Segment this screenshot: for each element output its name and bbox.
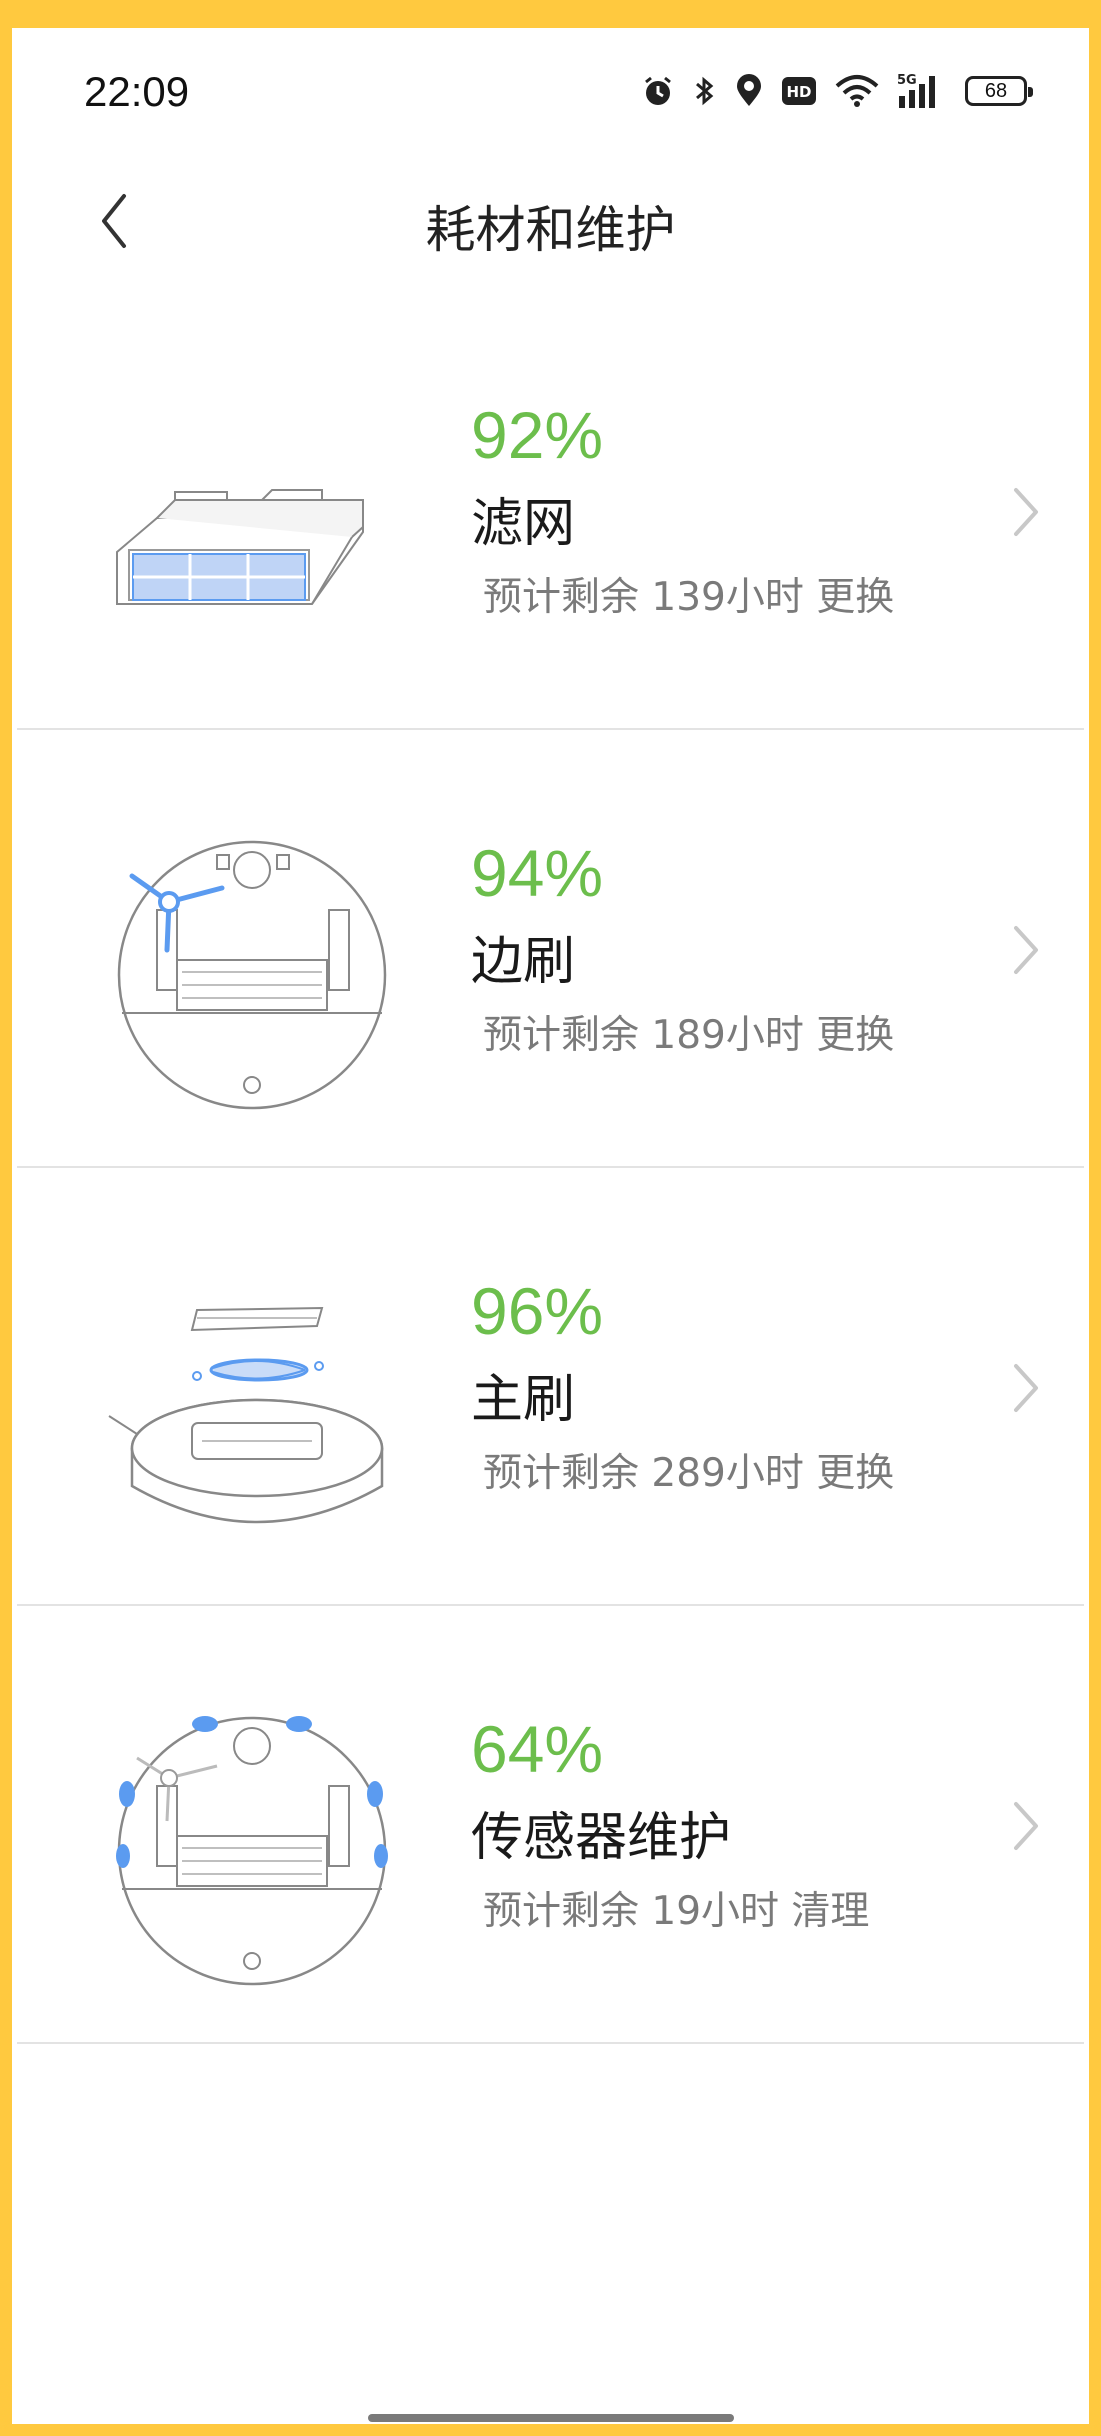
- remaining-percent: 94%: [471, 836, 604, 910]
- battery-icon: 68: [965, 76, 1033, 106]
- status-bar: 22:09 HD 5G 68: [12, 28, 1089, 138]
- alarm-icon: [641, 74, 675, 108]
- remaining-time: 预计剩余 189小时 更换: [483, 1013, 895, 1058]
- status-icons: HD 5G 68: [641, 72, 1033, 110]
- signal-icon: 5G: [897, 72, 947, 110]
- chevron-right-icon: [1014, 926, 1038, 974]
- side-brush-info: 94% 边刷 预计剩余 189小时 更换: [471, 840, 894, 1055]
- consumable-name: 边刷: [471, 932, 576, 992]
- chevron-right-icon: [1014, 1364, 1038, 1412]
- remaining-time: 预计剩余 289小时 更换: [483, 1451, 895, 1496]
- consumable-name: 滤网: [471, 494, 576, 554]
- remaining-percent: 64%: [471, 1712, 604, 1786]
- hd-icon: HD: [781, 76, 817, 106]
- sensor-icon: [97, 1696, 397, 1996]
- sensor-maintenance-info: 64% 传感器维护 预计剩余 19小时 清理: [471, 1716, 869, 1931]
- list-item-filter[interactable]: 92% 滤网 预计剩余 139小时 更换: [17, 292, 1084, 730]
- side-brush-icon: [97, 820, 397, 1120]
- svg-text:HD: HD: [786, 83, 811, 101]
- consumable-name: 传感器维护: [471, 1808, 732, 1868]
- location-icon: [735, 74, 763, 108]
- consumables-list: 92% 滤网 预计剩余 139小时 更换 94% 边刷 预计剩余 189小时 更…: [17, 292, 1084, 2044]
- home-indicator[interactable]: [368, 2414, 734, 2422]
- main-brush-icon: [97, 1258, 397, 1558]
- chevron-right-icon: [1014, 1802, 1038, 1850]
- app-screen: 22:09 HD 5G 68 耗材和维护 92% 滤网 预计剩余 139小时 更…: [12, 28, 1089, 2424]
- list-item-side-brush[interactable]: 94% 边刷 预计剩余 189小时 更换: [17, 730, 1084, 1168]
- battery-level: 68: [984, 79, 1008, 102]
- main-brush-info: 96% 主刷 预计剩余 289小时 更换: [471, 1278, 894, 1493]
- filter-info: 92% 滤网 预计剩余 139小时 更换: [471, 402, 894, 617]
- consumable-name: 主刷: [471, 1370, 576, 1430]
- svg-text:5G: 5G: [897, 73, 917, 88]
- remaining-percent: 92%: [471, 398, 604, 472]
- remaining-time: 预计剩余 19小时 清理: [483, 1889, 870, 1934]
- page-title: 耗材和维护: [425, 201, 676, 259]
- list-item-main-brush[interactable]: 96% 主刷 预计剩余 289小时 更换: [17, 1168, 1084, 1606]
- status-time: 22:09: [84, 68, 190, 115]
- chevron-right-icon: [1014, 488, 1038, 536]
- wifi-icon: [835, 74, 879, 108]
- filter-icon: [97, 382, 397, 682]
- remaining-percent: 96%: [471, 1274, 604, 1348]
- bluetooth-icon: [693, 74, 717, 108]
- list-item-sensor-maintenance[interactable]: 64% 传感器维护 预计剩余 19小时 清理: [17, 1606, 1084, 2044]
- remaining-time: 预计剩余 139小时 更换: [483, 575, 895, 620]
- page-header: 耗材和维护: [12, 178, 1089, 268]
